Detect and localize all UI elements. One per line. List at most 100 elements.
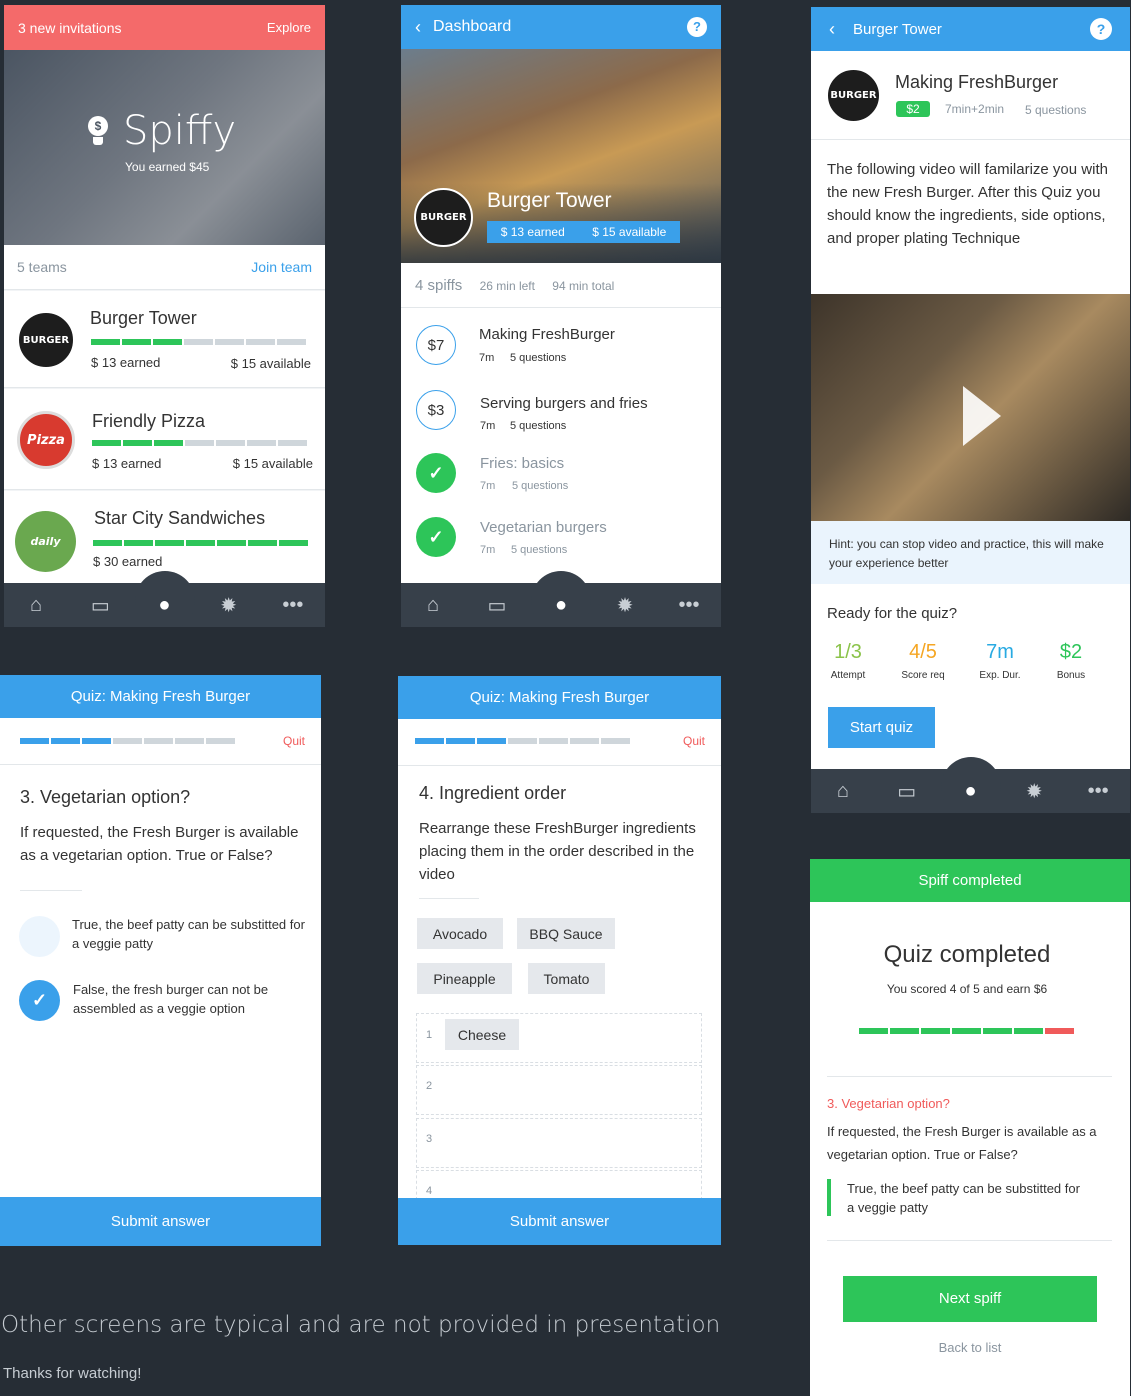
check-icon: ✓ [416, 517, 456, 557]
help-icon[interactable]: ? [1090, 18, 1112, 40]
answer-option[interactable]: ✓ False, the fresh burger can not be ass… [0, 977, 321, 1027]
order-slot[interactable]: 1 Cheese [416, 1013, 702, 1063]
back-label[interactable]: Burger Tower [853, 21, 942, 38]
footer-thanks: Thanks for watching! [3, 1365, 142, 1382]
more-icon[interactable]: ••• [674, 594, 704, 617]
gear-icon[interactable]: ✹ [214, 593, 244, 618]
quiz-progress-row: Quit [0, 718, 321, 765]
team-title: Burger Tower [487, 189, 612, 212]
order-slot[interactable]: 3 [416, 1118, 702, 1168]
ingredient-chip[interactable]: Pineapple [417, 963, 512, 994]
spiff-title: Vegetarian burgers [480, 519, 607, 536]
ingredient-chip[interactable]: BBQ Sauce [517, 918, 615, 949]
more-icon[interactable]: ••• [278, 594, 308, 617]
spiff-title: Making FreshBurger [895, 72, 1059, 92]
spiff-questions: 5 questions [510, 420, 567, 432]
team-progress [91, 339, 306, 345]
spiff-questions: 5 questions [510, 352, 567, 364]
radio-unselected[interactable] [19, 916, 60, 957]
submit-answer-button[interactable]: Submit answer [398, 1198, 721, 1245]
gear-icon[interactable]: ✹ [610, 593, 640, 618]
review-answer: True, the beef patty can be substitted f… [827, 1179, 1117, 1216]
explore-link[interactable]: Explore [267, 20, 311, 35]
review-prompt: If requested, the Fresh Burger is availa… [827, 1124, 1097, 1162]
bonus-badge: $2 [896, 101, 930, 117]
play-icon[interactable] [963, 386, 1001, 446]
team-card[interactable]: Pizza Friendly Pizza $ 13 earned $ 15 av… [4, 389, 325, 490]
home-icon[interactable]: ⌂ [828, 780, 858, 803]
time-left: 26 min left [479, 279, 535, 293]
bulb-icon[interactable]: ● [149, 594, 179, 617]
ingredient-chip[interactable]: Avocado [417, 918, 503, 949]
quit-link[interactable]: Quit [283, 734, 305, 748]
quiz-header: Quiz: Making Fresh Burger [0, 675, 321, 718]
screen-quiz-truefalse: Quiz: Making Fresh Burger Quit 3. Vegeta… [0, 675, 321, 1246]
more-icon[interactable]: ••• [1083, 780, 1113, 803]
back-label[interactable]: Dashboard [433, 18, 511, 36]
question-title: 3. Vegetarian option? [20, 787, 191, 807]
stat-score: 4/5 Score req [901, 641, 945, 681]
help-icon[interactable]: ? [687, 17, 707, 37]
ingredient-chip[interactable]: Tomato [528, 963, 605, 994]
spiff-questions: 5 questions [511, 544, 568, 556]
spiff-title: Making FreshBurger [479, 326, 615, 343]
spiff-item[interactable]: $7 Making FreshBurger 7m 5 questions [401, 310, 721, 380]
spiff-item[interactable]: ✓ Vegetarian burgers 7m 5 questions [401, 506, 721, 570]
spiff-title: Serving burgers and fries [480, 395, 648, 412]
spiffs-count: 4 spiffs [415, 277, 463, 294]
invitations-link[interactable]: 3 new invitations [18, 20, 122, 36]
completed-header: Spiff completed [810, 859, 1130, 902]
submit-answer-button[interactable]: Submit answer [0, 1197, 321, 1246]
start-quiz-button[interactable]: Start quiz [828, 707, 935, 748]
gear-icon[interactable]: ✹ [1019, 779, 1049, 804]
team-available: $ 15 available [232, 456, 313, 471]
burger-logo-icon: BURGER [826, 68, 881, 123]
spiff-header: BURGER Making FreshBurger $2 7min+2min 5… [811, 51, 1130, 140]
review-question: 3. Vegetarian option? [827, 1096, 950, 1111]
ingredient-chip[interactable]: Cheese [445, 1019, 519, 1050]
chevron-left-icon[interactable]: ‹ [829, 19, 835, 40]
option-text: True, the beef patty can be substitted f… [72, 917, 305, 951]
wallet-icon[interactable]: ▭ [85, 593, 115, 618]
question-prompt: Rearrange these FreshBurger ingredients … [419, 820, 696, 883]
spiff-item[interactable]: $3 Serving burgers and fries 7m 5 questi… [401, 380, 721, 442]
burger-logo-icon: BURGER [414, 188, 473, 247]
brand-title: Spiffy [123, 108, 237, 154]
back-to-list-link[interactable]: Back to list [810, 1340, 1130, 1355]
join-team-link[interactable]: Join team [251, 259, 312, 275]
bulb-icon[interactable]: ● [955, 780, 985, 803]
screen-dashboard: 3 new invitations Explore $ Spiffy You e… [4, 5, 325, 627]
order-slot[interactable]: 4 [416, 1170, 702, 1200]
home-icon[interactable]: ⌂ [21, 594, 51, 617]
spiff-title: Fries: basics [480, 455, 565, 472]
next-spiff-button[interactable]: Next spiff [843, 1276, 1097, 1322]
video-player[interactable] [811, 294, 1130, 521]
spiff-item[interactable]: ✓ Fries: basics 7m 5 questions [401, 442, 721, 506]
home-icon[interactable]: ⌂ [418, 594, 448, 617]
sandwich-logo-icon: daily [15, 511, 76, 572]
wallet-icon[interactable]: ▭ [482, 593, 512, 618]
bottom-nav: ⌂ ▭ ● ✹ ••• [401, 571, 721, 627]
teams-header: 5 teams Join team [4, 245, 325, 290]
completed-score: You scored 4 of 5 and earn $6 [886, 982, 1048, 996]
question-prompt: If requested, the Fresh Burger is availa… [20, 824, 299, 864]
ready-label: Ready for the quiz? [827, 605, 958, 622]
chevron-left-icon[interactable]: ‹ [415, 17, 421, 38]
check-icon: ✓ [416, 453, 456, 493]
screen-spiff-completed: Spiff completed Quiz completed You score… [810, 859, 1130, 1396]
team-card[interactable]: BURGER Burger Tower $ 13 earned $ 15 ava… [4, 291, 325, 388]
quiz-header: Quiz: Making Fresh Burger [398, 676, 721, 719]
spiff-duration: 7m [480, 544, 496, 556]
footer-note: Other screens are typical and are not pr… [1, 1312, 721, 1338]
teams-count: 5 teams [17, 259, 67, 275]
quiz-progress [20, 738, 235, 744]
order-slot[interactable]: 2 [416, 1065, 702, 1115]
check-icon[interactable]: ✓ [19, 980, 60, 1021]
quit-link[interactable]: Quit [683, 734, 705, 748]
team-progress [92, 440, 307, 446]
quiz-stats: 1/3 Attempt 4/5 Score req 7m Exp. Dur. $… [811, 641, 1130, 691]
team-name: Friendly Pizza [92, 411, 206, 431]
answer-option[interactable]: True, the beef patty can be substitted f… [0, 911, 321, 961]
wallet-icon[interactable]: ▭ [892, 779, 922, 804]
bulb-icon[interactable]: ● [546, 594, 576, 617]
